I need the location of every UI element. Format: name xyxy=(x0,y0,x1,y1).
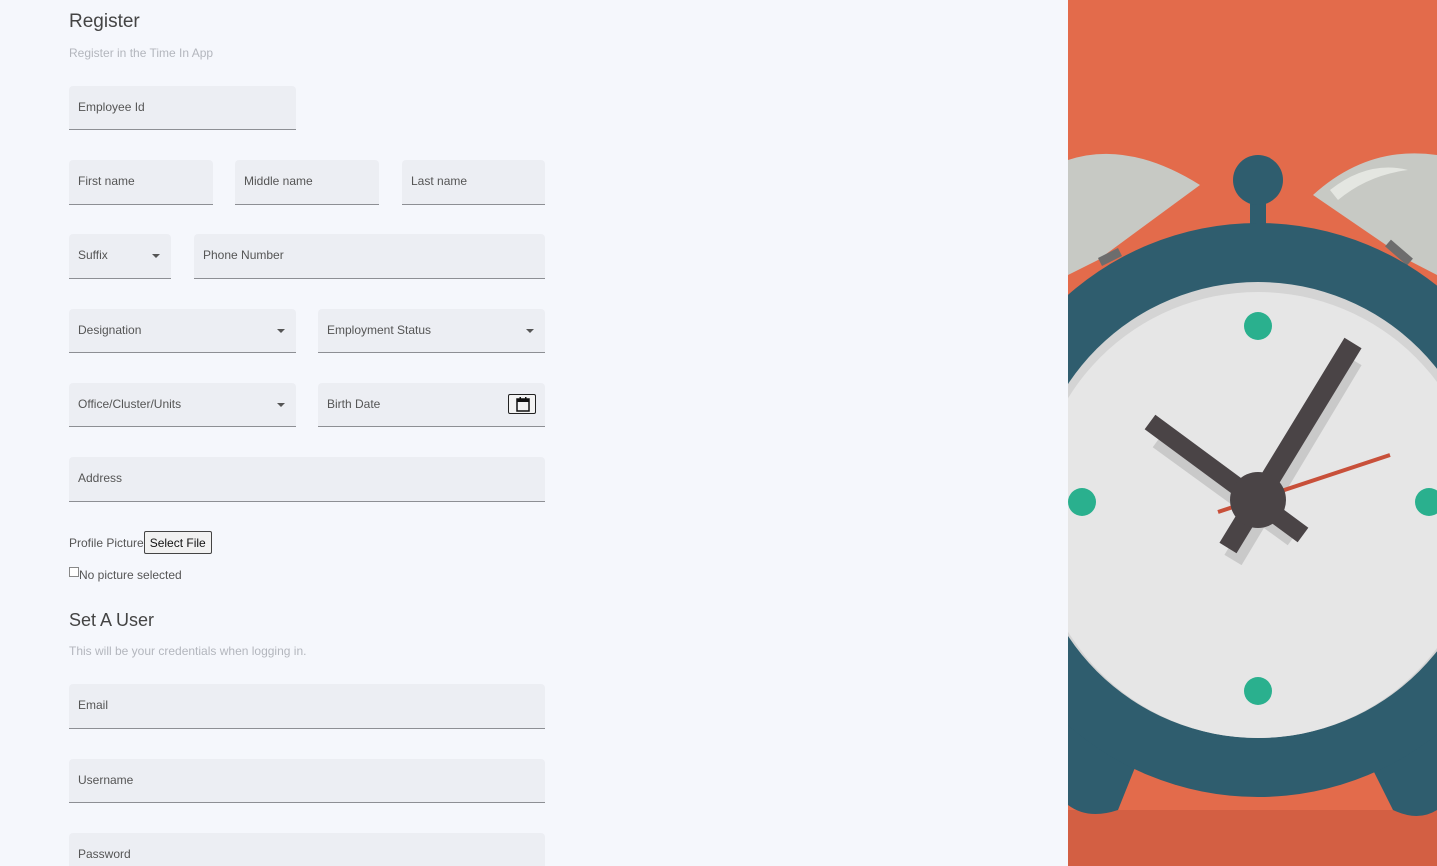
email-field[interactable]: Email xyxy=(69,684,545,729)
select-file-button[interactable]: Select File xyxy=(143,531,212,554)
alarm-clock-illustration xyxy=(1068,0,1437,866)
address-label: Address xyxy=(78,471,123,485)
employee-id-field[interactable]: Employee Id xyxy=(69,86,296,130)
first-name-field[interactable]: First name xyxy=(69,160,213,205)
first-name-label: First name xyxy=(78,174,135,188)
no-picture-checkbox[interactable] xyxy=(69,567,79,577)
register-subtitle: Register in the Time In App xyxy=(69,46,214,60)
office-label: Office/Cluster/Units xyxy=(78,397,182,411)
suffix-select[interactable]: Suffix xyxy=(69,234,171,279)
profile-picture-label: Profile Picture xyxy=(69,535,144,550)
alarm-clock-icon xyxy=(1068,0,1437,866)
middle-name-field[interactable]: Middle name xyxy=(235,160,379,205)
last-name-label: Last name xyxy=(411,174,468,188)
email-label: Email xyxy=(78,698,109,712)
birth-date-label: Birth Date xyxy=(327,397,381,411)
address-field[interactable]: Address xyxy=(69,457,545,502)
phone-number-label: Phone Number xyxy=(203,248,284,262)
caret-down-icon xyxy=(277,329,285,333)
profile-picture-row: Profile Picture Select File xyxy=(69,531,212,554)
designation-label: Designation xyxy=(78,323,142,337)
caret-down-icon xyxy=(152,254,160,258)
suffix-label: Suffix xyxy=(78,248,108,262)
set-user-subtitle: This will be your credentials when loggi… xyxy=(69,644,307,658)
register-page: Register Register in the Time In App Emp… xyxy=(0,0,1437,866)
register-form: Register Register in the Time In App Emp… xyxy=(0,0,1068,866)
employee-id-label: Employee Id xyxy=(78,100,145,114)
password-label: Password xyxy=(78,847,131,861)
middle-name-label: Middle name xyxy=(244,174,313,188)
username-label: Username xyxy=(78,773,134,787)
caret-down-icon xyxy=(526,329,534,333)
password-field[interactable]: Password xyxy=(69,833,545,866)
last-name-field[interactable]: Last name xyxy=(402,160,545,205)
phone-number-field[interactable]: Phone Number xyxy=(194,234,545,279)
register-title: Register xyxy=(69,11,140,32)
birth-date-field[interactable]: Birth Date xyxy=(318,383,545,427)
office-select[interactable]: Office/Cluster/Units xyxy=(69,383,296,427)
username-field[interactable]: Username xyxy=(69,759,545,803)
set-user-title: Set A User xyxy=(69,610,155,630)
no-picture-text: No picture selected xyxy=(79,568,182,582)
no-picture-row: No picture selected xyxy=(69,567,182,582)
employment-status-select[interactable]: Employment Status xyxy=(318,309,545,353)
employment-status-label: Employment Status xyxy=(327,323,432,337)
calendar-picker-button[interactable] xyxy=(508,394,536,414)
caret-down-icon xyxy=(277,403,285,407)
calendar-icon xyxy=(516,397,530,412)
designation-select[interactable]: Designation xyxy=(69,309,296,353)
